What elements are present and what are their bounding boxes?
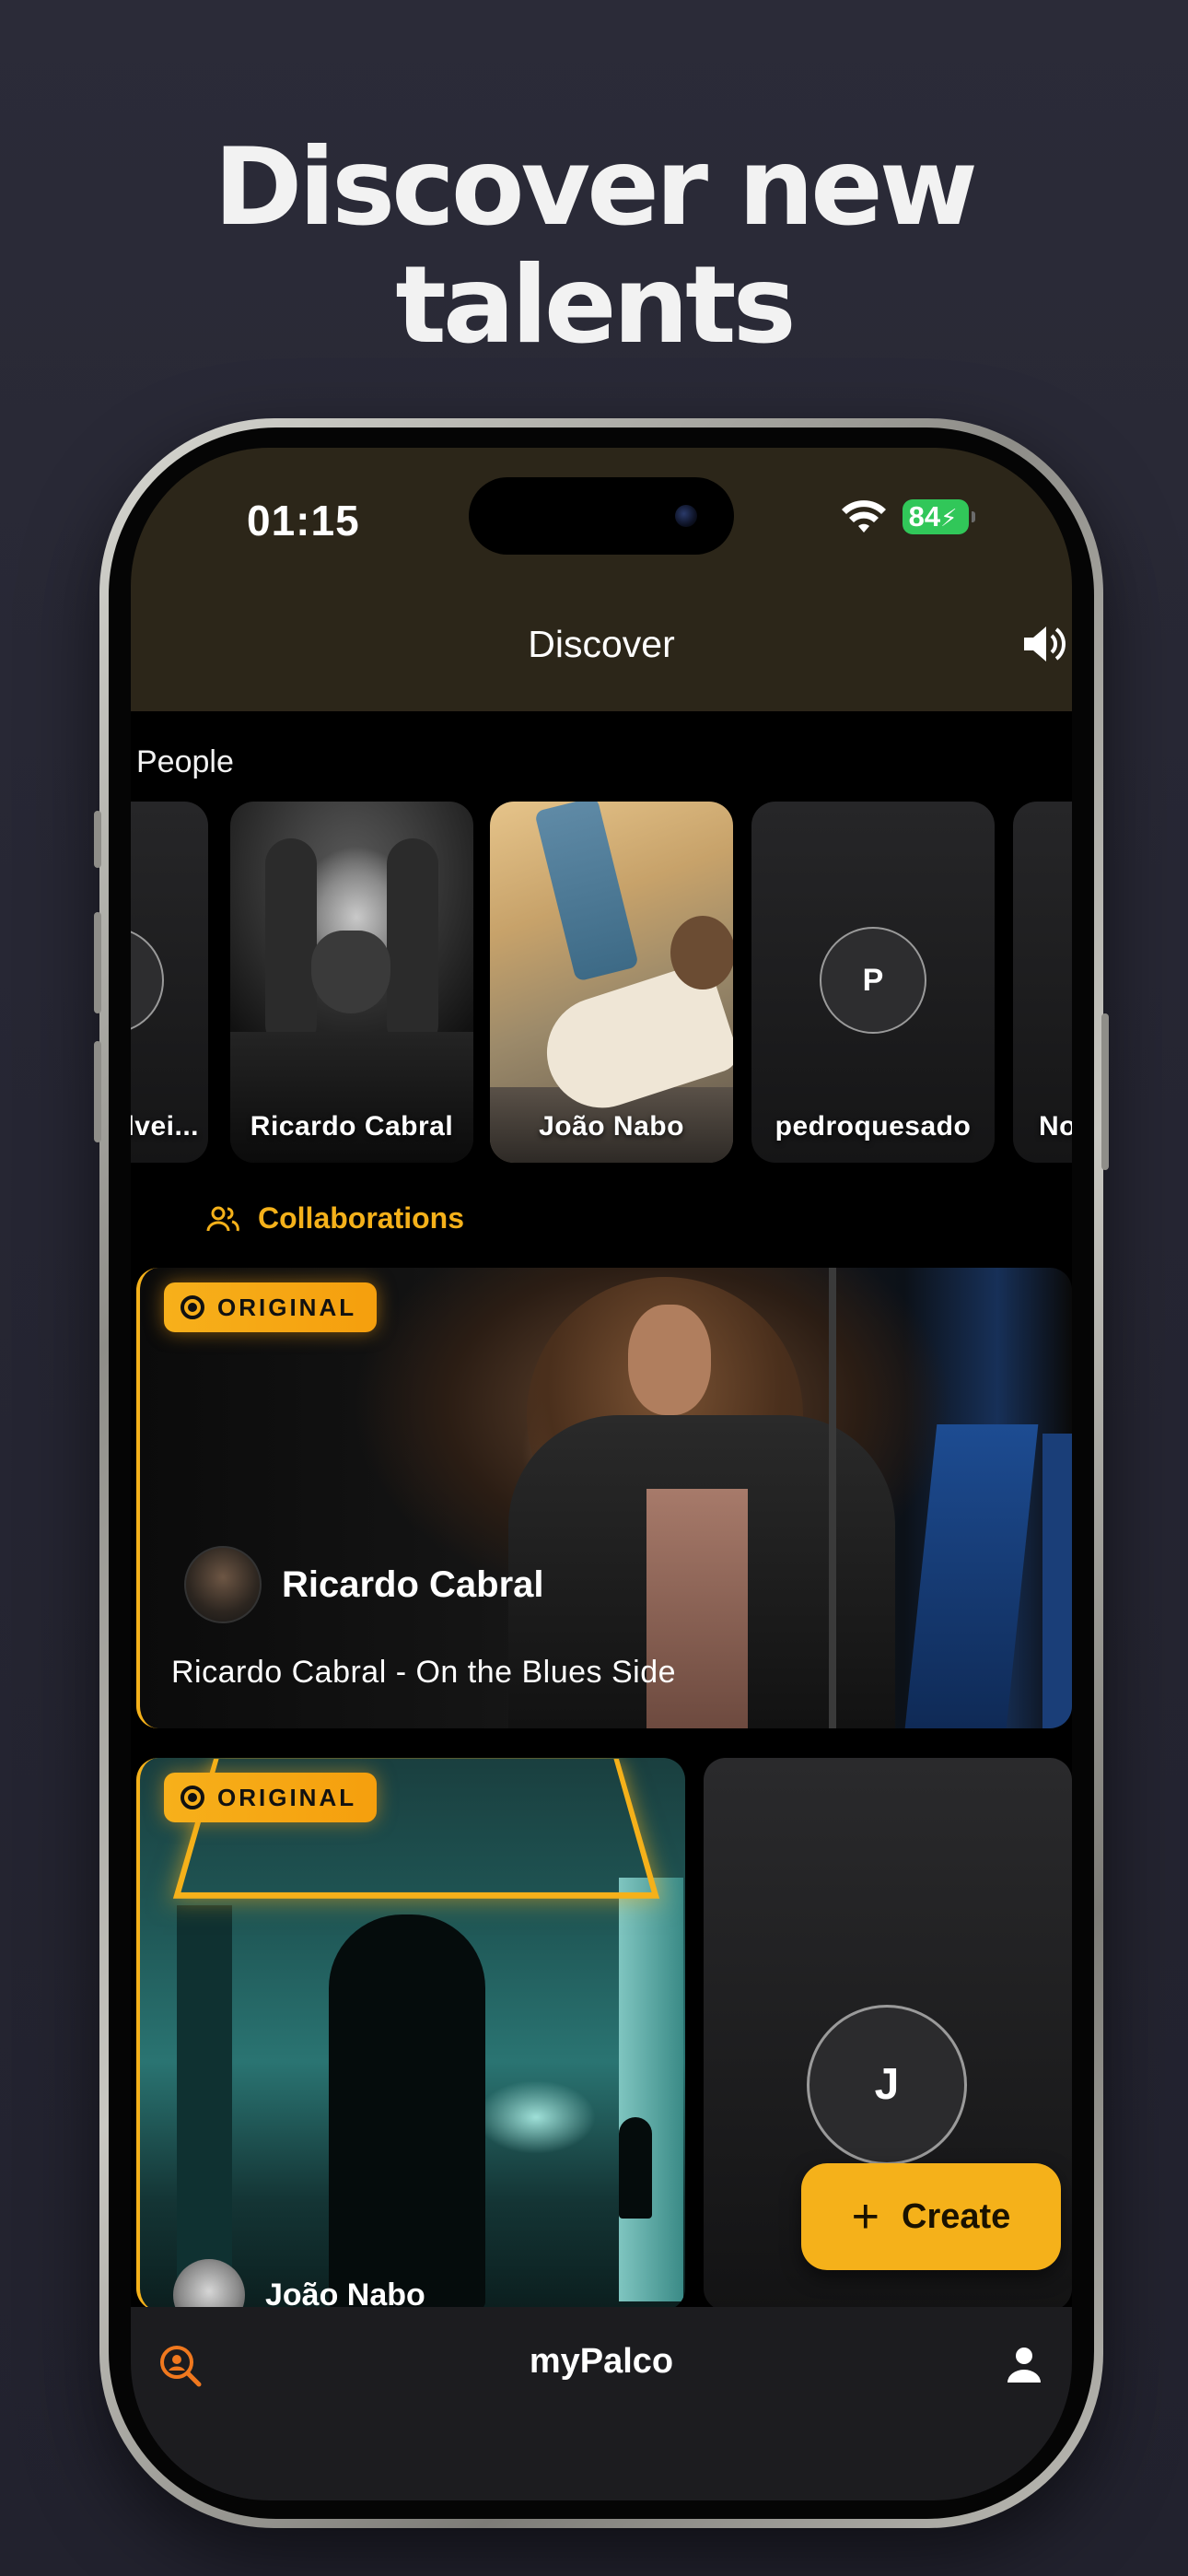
collaborations-label: Collaborations <box>258 1201 465 1235</box>
app-name: myPalco <box>529 2342 674 2381</box>
author-name: Ricardo Cabral <box>282 1563 544 1605</box>
person-name: Ricardo Cabral <box>250 1111 454 1142</box>
person-name: pedroquesado <box>775 1111 972 1142</box>
person-name: No <box>1039 1111 1072 1142</box>
badge-label: ORIGINAL <box>217 1293 357 1321</box>
original-badge: ORIGINAL <box>164 1773 378 1822</box>
headline-line-1: Discover new <box>214 125 978 250</box>
people-carousel[interactable]: lvei... Ricardo Cabral João Nabo P pedro… <box>131 802 1072 1163</box>
users-icon <box>206 1206 239 1231</box>
avatar <box>173 2259 245 2311</box>
person-avatar <box>131 927 164 1034</box>
create-label: Create <box>902 2196 1011 2236</box>
author-name: João Nabo <box>265 2277 425 2312</box>
person-name: lvei... <box>131 1111 199 1142</box>
nav-title: Discover <box>528 623 675 665</box>
plus-icon: + <box>851 2190 880 2243</box>
top-bar: 01:15 84⚡ Discover <box>131 448 1072 711</box>
collaborations-section-label: Collaborations <box>206 1201 464 1235</box>
action-button <box>94 811 101 868</box>
battery-indicator: 84⚡ <box>903 499 975 534</box>
person-card[interactable]: No <box>1013 802 1072 1163</box>
person-card[interactable]: P pedroquesado <box>751 802 995 1163</box>
avatar <box>184 1546 262 1623</box>
charging-bolt-icon: ⚡ <box>940 504 958 532</box>
person-card[interactable]: lvei... <box>131 802 208 1163</box>
person-avatar-initial: P <box>820 927 926 1034</box>
status-time: 01:15 <box>247 497 360 544</box>
people-section-label: People <box>136 744 234 779</box>
person-name: João Nabo <box>539 1111 684 1142</box>
app-screen: 01:15 84⚡ Discover People lvei... Ricard… <box>131 448 1072 2500</box>
headline-line-2: talents <box>395 243 796 368</box>
person-card[interactable]: João Nabo <box>490 802 733 1163</box>
marketing-headline: Discover new talents <box>0 129 1188 365</box>
dynamic-island <box>469 477 734 555</box>
record-icon <box>181 1786 204 1809</box>
volume-down-button <box>94 1041 101 1142</box>
featured-track-title: Ricardo Cabral - On the Blues Side <box>171 1655 677 1690</box>
record-icon <box>181 1295 204 1319</box>
original-badge: ORIGINAL <box>164 1282 378 1332</box>
person-card[interactable]: Ricardo Cabral <box>230 802 473 1163</box>
profile-icon[interactable] <box>1004 2344 1044 2384</box>
battery-level: 84 <box>908 500 941 533</box>
volume-up-button <box>94 912 101 1013</box>
avatar-initial: J <box>807 2005 967 2165</box>
bottom-tab-bar: myPalco <box>131 2307 1072 2500</box>
camera-icon <box>675 505 697 527</box>
badge-label: ORIGINAL <box>217 1783 357 1811</box>
wifi-icon <box>842 500 886 533</box>
card-author[interactable]: João Nabo <box>173 2259 425 2311</box>
collaboration-card[interactable]: ORIGINAL João Nabo <box>136 1758 685 2311</box>
speaker-icon[interactable] <box>1020 623 1066 665</box>
create-button[interactable]: + Create <box>801 2163 1061 2270</box>
featured-author[interactable]: Ricardo Cabral <box>184 1546 544 1623</box>
power-button <box>1101 1013 1109 1170</box>
